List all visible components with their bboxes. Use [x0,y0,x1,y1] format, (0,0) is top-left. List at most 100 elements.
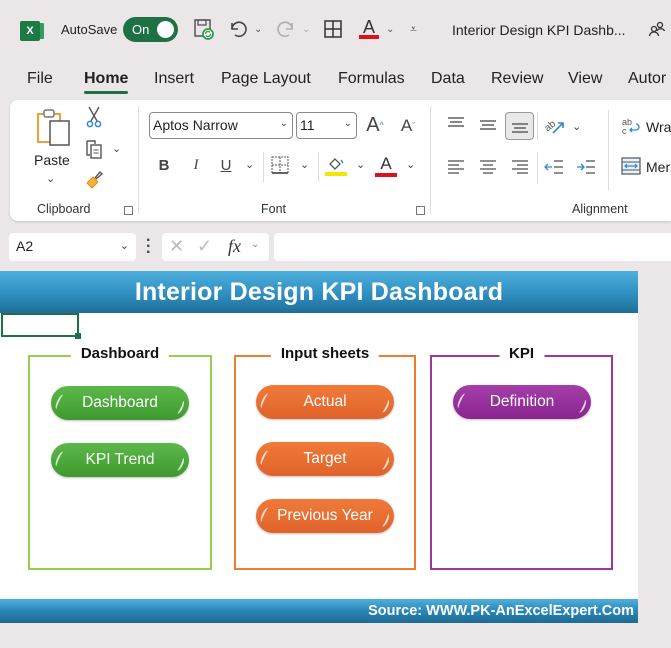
formula-bar-grip-icon[interactable]: · · · [146,233,151,261]
tab-review[interactable]: Review [491,70,543,88]
kpi-group-title: KPI [498,345,545,362]
format-painter-icon[interactable] [84,168,106,190]
font-color-dropdown-icon[interactable]: ⌄ [386,17,394,41]
font-launcher-icon[interactable] [416,206,425,215]
font-name-select[interactable]: Aptos Narrow ⌄ [149,112,293,139]
paste-button-label[interactable]: Paste [34,152,70,168]
merge-center-label[interactable]: Mer [646,159,670,175]
tab-view[interactable]: View [568,70,602,88]
share-people-icon[interactable] [647,17,667,41]
separator [263,152,264,182]
tab-file[interactable]: File [27,70,53,88]
tab-page-layout[interactable]: Page Layout [221,70,311,88]
paste-icon[interactable] [34,108,74,148]
tab-home[interactable]: Home [84,70,129,94]
svg-text:c: c [622,126,627,136]
fill-color-dropdown-icon[interactable]: ⌄ [356,158,365,171]
align-left-icon[interactable] [446,158,466,176]
selected-cell-a2[interactable] [1,313,81,339]
undo-icon[interactable] [226,17,250,41]
wrap-text-icon[interactable]: ab c [620,116,642,136]
dashboard-group-frame: Dashboard Dashboard KPI Trend [28,345,212,570]
kpi-group-frame: KPI Definition [430,345,613,570]
top-align-icon[interactable] [446,114,466,132]
cut-icon[interactable] [84,106,104,128]
align-right-icon[interactable] [510,158,530,176]
autosave-state: On [132,22,150,37]
formula-buttons: ✕ ✓ fx ⌄ [162,233,269,261]
separator [318,152,319,182]
excel-logo-letter: X [26,25,34,37]
borders-dropdown-icon[interactable]: ⌄ [300,158,309,171]
font-size-dropdown-icon: ⌄ [343,118,352,129]
formula-input[interactable] [274,233,671,261]
customize-toolbar-icon[interactable]: ⩡ [410,17,417,41]
fill-color-swatch [325,172,347,176]
actual-button[interactable]: Actual [256,385,394,419]
tab-insert[interactable]: Insert [154,70,194,88]
ribbon: Paste ⌄ ⌄ Clipboard Aptos Narrow ⌄ 11 ⌄ … [10,100,671,221]
target-button[interactable]: Target [256,442,394,476]
tab-data[interactable]: Data [431,70,465,88]
group-separator [138,106,139,214]
previous-year-button[interactable]: Previous Year [256,499,394,533]
insert-function-icon[interactable]: fx [228,236,241,257]
autosave-toggle[interactable]: On [123,17,178,42]
save-icon[interactable] [192,17,216,41]
source-footer: Source: WWW.PK-AnExcelExpert.Com [0,599,638,623]
font-name-dropdown-icon: ⌄ [279,118,288,129]
decrease-font-size-icon[interactable]: Aˇ [396,114,420,138]
fill-color-icon[interactable] [324,153,348,179]
name-box-dropdown-icon: ⌄ [119,240,129,252]
font-size-select[interactable]: 11 ⌄ [296,112,357,139]
underline-dropdown-icon[interactable]: ⌄ [245,158,254,171]
group-separator [430,106,431,214]
orientation-dropdown-icon[interactable]: ⌄ [572,120,581,133]
copy-dropdown-icon[interactable]: ⌄ [112,142,121,155]
definition-button[interactable]: Definition [453,385,591,419]
separator [537,152,538,184]
font-group-label: Font [261,202,287,216]
bold-icon[interactable]: B [156,155,172,175]
title-bar: X AutoSave On ⌄ ⌄ A ⌄ ⩡ Interior Design … [0,0,671,60]
undo-dropdown-icon[interactable]: ⌄ [254,17,262,41]
borders-icon[interactable] [321,17,345,41]
dashboard-banner: Interior Design KPI Dashboard [0,271,638,313]
function-dropdown-icon[interactable]: ⌄ [251,239,259,250]
name-box[interactable]: A2 ⌄ [9,233,136,261]
font-color-icon[interactable]: A [357,17,381,41]
banner-title: Interior Design KPI Dashboard [134,277,504,306]
kpi-trend-button[interactable]: KPI Trend [51,443,189,477]
increase-indent-icon[interactable] [575,158,597,176]
clipboard-launcher-icon[interactable] [124,206,133,215]
underline-icon[interactable]: U [218,155,234,175]
confirm-entry-icon[interactable]: ✓ [197,236,212,257]
source-text: Source: WWW.PK-AnExcelExpert.Com [368,603,634,619]
font-size-value: 11 [300,117,315,133]
copy-icon[interactable] [83,138,105,160]
borders-button-icon[interactable] [269,155,291,175]
tab-formulas[interactable]: Formulas [338,70,405,88]
svg-text:ab: ab [543,118,558,134]
document-title: Interior Design KPI Dashb... [452,22,626,38]
middle-align-icon[interactable] [478,116,498,134]
input-sheets-group-title: Input sheets [270,345,380,362]
wrap-text-label[interactable]: Wra [646,119,671,135]
clipboard-group-label: Clipboard [37,202,91,216]
decrease-indent-icon[interactable] [543,158,565,176]
paste-dropdown-icon[interactable]: ⌄ [46,172,55,185]
italic-icon[interactable]: I [188,155,204,175]
ribbon-tabs: File Home Insert Page Layout Formulas Da… [0,62,671,98]
bottom-align-icon[interactable] [505,112,534,140]
merge-center-icon[interactable] [620,156,642,176]
orientation-icon[interactable]: ab [542,114,568,138]
tab-automate[interactable]: Autor [628,70,666,88]
align-center-icon[interactable] [478,158,498,176]
dashboard-button[interactable]: Dashboard [51,386,189,420]
font-color-dropdown-icon[interactable]: ⌄ [406,158,415,171]
worksheet: Interior Design KPI Dashboard Dashboard … [0,271,638,623]
cancel-entry-icon[interactable]: ✕ [169,236,184,257]
font-color-button-icon[interactable]: A [374,153,398,179]
increase-font-size-icon[interactable]: A ^ [362,112,388,138]
name-box-value: A2 [16,238,34,254]
